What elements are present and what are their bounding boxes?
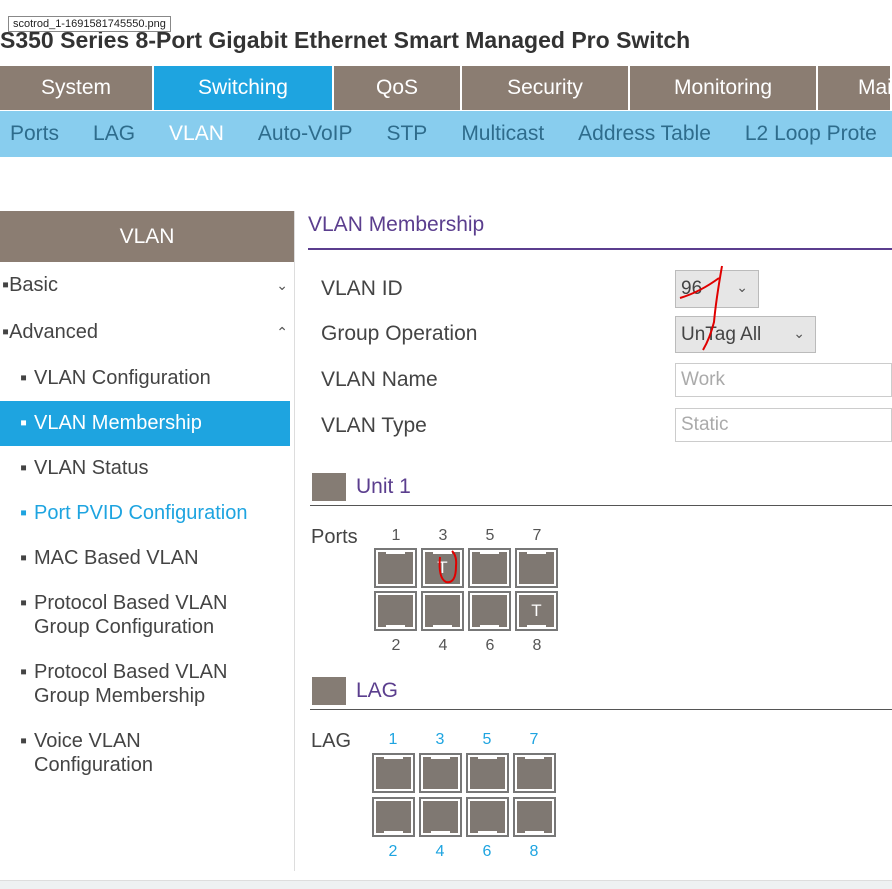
port-number: 8 — [532, 637, 542, 654]
subtab-multicast[interactable]: Multicast — [461, 122, 544, 146]
port-number: 3 — [438, 527, 448, 544]
lag-number: 1 — [388, 731, 398, 748]
vlan-type-label: VLAN Type — [321, 414, 427, 437]
tab-monitoring[interactable]: Monitoring — [630, 66, 818, 110]
group-operation-label: Group Operation — [321, 322, 478, 345]
chevron-down-icon: ⌄ — [276, 277, 288, 293]
sidebar-item-protocol-vlan-group-configuration[interactable]: ▪ Protocol Based VLAN Group Configuration — [0, 581, 290, 650]
tab-qos[interactable]: QoS — [334, 66, 462, 110]
tab-system[interactable]: System — [0, 66, 154, 110]
port-1[interactable] — [374, 548, 417, 588]
sidebar-item-vlan-configuration[interactable]: ▪ VLAN Configuration — [0, 356, 290, 401]
port-number: 6 — [485, 637, 495, 654]
port-number: 7 — [532, 527, 542, 544]
vlan-type-field[interactable]: Static — [675, 408, 892, 442]
section-divider — [308, 248, 892, 250]
lag-number: 3 — [435, 731, 445, 748]
lag-4[interactable] — [419, 797, 462, 837]
lag-label: LAG — [311, 730, 352, 752]
sidebar-item-vlan-membership[interactable]: ▪ VLAN Membership — [0, 401, 290, 446]
port-8[interactable]: T — [515, 591, 558, 631]
vlan-name-field[interactable]: Work — [675, 363, 892, 397]
sidebar: VLAN ▪Basic ⌄ ▪Advanced ⌃ ▪ VLAN Configur… — [0, 211, 294, 788]
tab-switching[interactable]: Switching — [154, 66, 334, 110]
sidebar-item-voice-vlan-configuration[interactable]: ▪ Voice VLAN Configuration — [0, 719, 290, 788]
port-number: 5 — [485, 527, 495, 544]
vlan-name-label: VLAN Name — [321, 368, 438, 391]
port-6[interactable] — [468, 591, 511, 631]
group-operation-select[interactable]: UnTag All ⌄ — [675, 316, 816, 353]
sidebar-group-advanced[interactable]: ▪Advanced ⌃ — [0, 309, 294, 356]
port-number: 2 — [391, 637, 401, 654]
sidebar-item-protocol-vlan-group-membership[interactable]: ▪ Protocol Based VLAN Group Membership — [0, 650, 290, 719]
port-7[interactable] — [515, 548, 558, 588]
lag-number: 4 — [435, 843, 445, 860]
subtab-stp[interactable]: STP — [386, 122, 427, 146]
unit-header: Unit 1 — [312, 473, 411, 501]
lag-header: LAG — [312, 677, 398, 705]
lag-3[interactable] — [419, 753, 462, 793]
sidebar-group-advanced-label: ▪Advanced — [2, 321, 99, 343]
chevron-up-icon: ⌃ — [276, 324, 288, 340]
subtab-auto-voip[interactable]: Auto-VoIP — [258, 122, 353, 146]
tab-maintenance[interactable]: Mai — [818, 66, 892, 110]
subtab-address-table[interactable]: Address Table — [578, 122, 711, 146]
unit-icon — [312, 473, 346, 501]
vlan-id-select[interactable]: 96 ⌄ — [675, 270, 759, 308]
subtab-ports[interactable]: Ports — [10, 122, 59, 146]
top-nav: System Switching QoS Security Monitoring… — [0, 66, 892, 110]
port-2[interactable] — [374, 591, 417, 631]
lag-title: LAG — [356, 679, 399, 702]
lag-2[interactable] — [372, 797, 415, 837]
port-number: 1 — [391, 527, 401, 544]
lag-number: 5 — [482, 731, 492, 748]
lag-5[interactable] — [466, 753, 509, 793]
ports-label: Ports — [311, 526, 358, 548]
lag-number: 2 — [388, 843, 398, 860]
subtab-lag[interactable]: LAG — [93, 122, 135, 146]
port-4[interactable] — [421, 591, 464, 631]
sidebar-item-vlan-status[interactable]: ▪ VLAN Status — [0, 446, 290, 491]
vlan-id-label: VLAN ID — [321, 277, 403, 300]
sub-nav: Ports LAG VLAN Auto-VoIP STP Multicast A… — [0, 111, 892, 157]
tab-security[interactable]: Security — [462, 66, 630, 110]
main-content: VLAN Membership — [308, 211, 892, 250]
image-filename-tooltip: scotrod_1-1691581745550.png — [8, 16, 171, 32]
lag-divider — [310, 709, 892, 710]
lag-7[interactable] — [513, 753, 556, 793]
sidebar-item-port-pvid-configuration[interactable]: ▪ Port PVID Configuration — [0, 491, 290, 536]
lag-6[interactable] — [466, 797, 509, 837]
subtab-l2-loop-protection[interactable]: L2 Loop Prote — [745, 122, 877, 146]
lag-number: 6 — [482, 843, 492, 860]
lag-number: 8 — [529, 843, 539, 860]
chevron-down-icon: ⌄ — [793, 325, 805, 341]
sidebar-header: VLAN — [0, 211, 294, 262]
sidebar-group-basic-label: ▪Basic — [2, 274, 58, 296]
sidebar-group-basic[interactable]: ▪Basic ⌄ — [0, 262, 294, 309]
unit-divider — [310, 505, 892, 506]
lag-8[interactable] — [513, 797, 556, 837]
lag-1[interactable] — [372, 753, 415, 793]
port-5[interactable] — [468, 548, 511, 588]
subtab-vlan[interactable]: VLAN — [169, 122, 224, 146]
section-title: VLAN Membership — [308, 213, 485, 236]
unit-title: Unit 1 — [356, 475, 411, 498]
sidebar-item-mac-based-vlan[interactable]: ▪ MAC Based VLAN — [0, 536, 290, 581]
port-3[interactable]: T — [421, 548, 464, 588]
lag-icon — [312, 677, 346, 705]
lag-number: 7 — [529, 731, 539, 748]
port-number: 4 — [438, 637, 448, 654]
sidebar-divider — [294, 211, 295, 871]
chevron-down-icon: ⌄ — [736, 279, 748, 295]
